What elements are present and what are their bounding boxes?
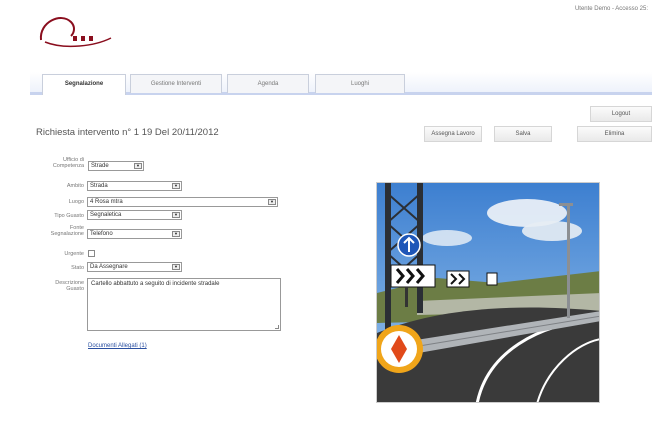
ambito-select[interactable]: Strada ▼	[87, 181, 182, 191]
app-logo[interactable]	[35, 10, 115, 52]
dropdown-arrow-icon: ▼	[268, 199, 276, 205]
tipo-guasto-label: Tipo Guasto	[54, 213, 84, 219]
user-info: Utente Demo - Accesso 25:	[574, 6, 648, 12]
documenti-allegati-link[interactable]: Documenti Allegati (1)	[88, 343, 147, 349]
tipo-guasto-value: Segnaletica	[90, 212, 122, 218]
dropdown-arrow-icon: ▼	[172, 231, 180, 237]
dropdown-arrow-icon: ▼	[134, 163, 142, 169]
tab-agenda[interactable]: Agenda	[227, 74, 309, 93]
tab-gestione-interventi[interactable]: Gestione Interventi	[130, 74, 222, 93]
fonte-value: Telefono	[90, 231, 113, 237]
tab-luoghi[interactable]: Luoghi	[315, 74, 405, 93]
dropdown-arrow-icon: ▼	[172, 212, 180, 218]
tab-bar: Segnalazione Gestione Interventi Agenda …	[30, 72, 652, 95]
urgente-label: Urgente	[64, 251, 84, 257]
ufficio-value: Strade	[91, 163, 109, 169]
descrizione-label: Descrizione Guasto	[55, 280, 84, 292]
fonte-select[interactable]: Telefono ▼	[87, 229, 182, 239]
ufficio-label: Ufficio di Competenza	[52, 157, 84, 169]
ufficio-select[interactable]: Strade ▼	[88, 161, 144, 171]
dropdown-arrow-icon: ▼	[172, 183, 180, 189]
report-photo[interactable]	[376, 182, 600, 403]
fonte-label: Fonte Segnalazione	[50, 225, 84, 237]
logout-button[interactable]: Logout	[590, 106, 652, 122]
descrizione-textarea[interactable]: Cartello abbattuto a seguito di incident…	[87, 278, 281, 331]
delete-button[interactable]: Elimina	[577, 126, 652, 142]
save-button[interactable]: Salva	[494, 126, 552, 142]
descrizione-value: Cartello abbattuto a seguito di incident…	[91, 281, 220, 287]
page-title: Richiesta intervento n° 1 19 Del 20/11/2…	[36, 127, 219, 138]
luogo-select[interactable]: 4 Rosa mtra ▼	[87, 197, 278, 207]
ambito-value: Strada	[90, 183, 108, 189]
stato-label: Stato	[71, 265, 84, 271]
luogo-value: 4 Rosa mtra	[90, 199, 123, 205]
stato-select[interactable]: Da Assegnare ▼	[87, 262, 182, 272]
tab-segnalazione[interactable]: Segnalazione	[42, 74, 126, 95]
assign-work-button[interactable]: Assegna Lavoro	[424, 126, 482, 142]
stato-value: Da Assegnare	[90, 264, 128, 270]
dropdown-arrow-icon: ▼	[172, 264, 180, 270]
ambito-label: Ambito	[66, 183, 84, 189]
resize-grip-icon[interactable]	[275, 325, 279, 329]
tipo-guasto-select[interactable]: Segnaletica ▼	[87, 210, 182, 220]
luogo-label: Luogo	[68, 199, 84, 205]
urgente-checkbox[interactable]	[88, 250, 95, 257]
